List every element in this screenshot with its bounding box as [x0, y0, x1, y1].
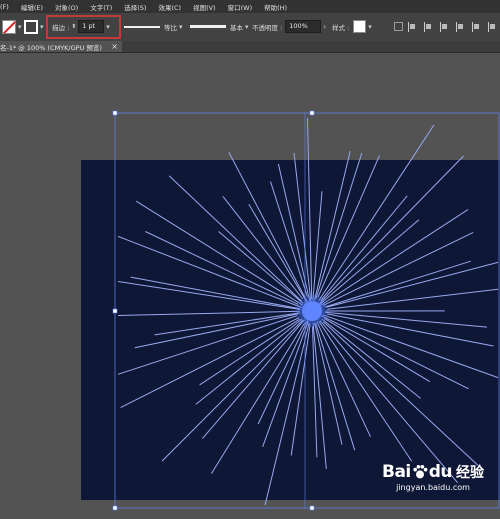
watermark-logo-text-2: du — [428, 462, 453, 482]
starburst-ray — [327, 288, 499, 310]
starburst-ray — [222, 195, 304, 300]
starburst-ray — [248, 203, 307, 302]
starburst-ray — [228, 152, 308, 303]
selection-handle[interactable] — [112, 308, 118, 314]
starburst-ray — [154, 312, 301, 336]
watermark-cn: 经验 — [456, 465, 485, 481]
starburst-ray — [319, 219, 420, 305]
starburst-ray — [315, 322, 356, 451]
starburst-ray — [202, 319, 305, 439]
baidu-jingyan-watermark: Bai du 经验 jingyan.baidu.com — [382, 462, 484, 492]
paw-icon — [413, 464, 428, 479]
starburst-ray — [293, 152, 312, 301]
starburst-ray — [318, 155, 464, 304]
selection-handle[interactable] — [112, 110, 118, 116]
starburst-ray — [257, 320, 308, 425]
starburst-ray — [307, 117, 313, 300]
starburst-ray — [326, 313, 494, 347]
starburst-ray — [324, 260, 471, 308]
watermark-logo-text: Bai — [382, 462, 411, 482]
starburst-ray — [316, 321, 371, 438]
selection-handle[interactable] — [112, 505, 118, 511]
starburst-ray — [145, 231, 299, 305]
starburst-ray — [313, 150, 351, 301]
starburst-ray — [319, 320, 458, 484]
starburst-ray — [320, 195, 408, 301]
starburst-ray — [324, 311, 488, 328]
starburst-ray — [117, 281, 301, 310]
starburst-ray — [168, 175, 303, 302]
starburst-ray — [315, 152, 363, 299]
starburst-ray — [320, 209, 469, 306]
starburst-ray — [218, 231, 304, 304]
starburst-ray — [321, 318, 421, 399]
selection-handle[interactable] — [309, 110, 315, 116]
starburst-ray — [317, 155, 380, 298]
starburst-ray — [117, 310, 300, 316]
starburst-ray — [199, 318, 301, 386]
watermark-url: jingyan.baidu.com — [396, 483, 470, 492]
starburst-ray — [270, 181, 308, 297]
selection-handle[interactable] — [309, 505, 315, 511]
canvas-overlay — [112, 110, 500, 511]
